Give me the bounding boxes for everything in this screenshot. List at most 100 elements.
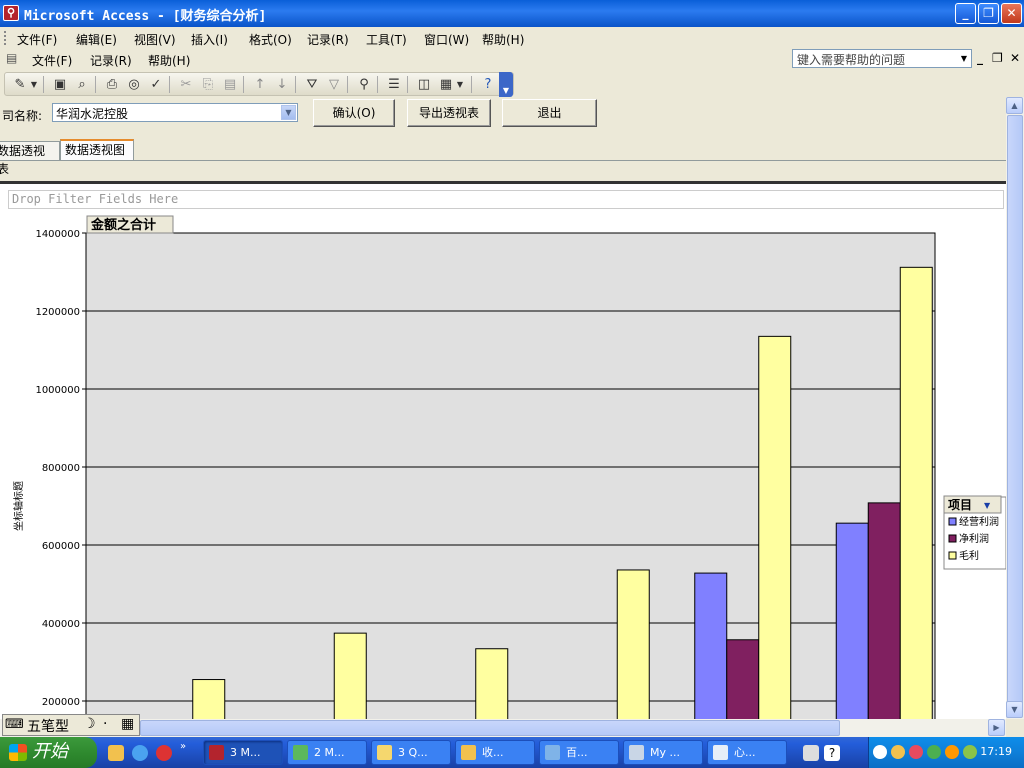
form-menu-help[interactable]: 帮助(H) xyxy=(148,52,190,69)
menu-file[interactable]: 文件(F) xyxy=(17,31,57,48)
scroll-down-icon[interactable]: ▼ xyxy=(1006,701,1023,718)
print-preview-icon[interactable]: ◎ xyxy=(125,76,143,93)
tray-expand-icon[interactable] xyxy=(873,745,887,759)
company-select[interactable]: 华润水泥控股 ▼ xyxy=(52,103,298,122)
menu-tools[interactable]: 工具(T) xyxy=(366,31,407,48)
cut-icon[interactable]: ✂ xyxy=(177,76,195,93)
save-icon[interactable]: ▣ xyxy=(51,76,69,93)
quicklaunch-more-icon[interactable]: » xyxy=(180,741,186,752)
sort-ascending-icon[interactable]: ↑ xyxy=(251,76,269,93)
task-messenger[interactable]: 2 M... xyxy=(287,740,367,765)
paste-icon[interactable]: ▤ xyxy=(221,76,239,93)
vertical-scrollbar[interactable]: ▲ ▼ xyxy=(1006,97,1024,719)
company-label: 司名称: xyxy=(2,109,43,123)
new-object-dropdown-icon[interactable]: ▼ xyxy=(455,76,465,93)
toolbar-options-icon[interactable]: ▼ xyxy=(499,72,513,97)
tab-pivot-table[interactable]: 数据透视表 xyxy=(0,141,60,176)
menu-grip[interactable] xyxy=(4,31,7,45)
chevron-down-icon[interactable]: ▼ xyxy=(281,105,296,120)
quicklaunch-ie-icon[interactable] xyxy=(132,745,148,761)
task-access[interactable]: 3 M... xyxy=(203,740,283,765)
view-dropdown-icon[interactable]: ▼ xyxy=(29,76,39,93)
help-search-input[interactable]: 键入需要帮助的问题 ▼ xyxy=(792,49,972,68)
tray-qq-icon[interactable] xyxy=(945,745,959,759)
menu-help[interactable]: 帮助(H) xyxy=(482,31,524,48)
help-dropdown-icon[interactable]: ▼ xyxy=(957,50,971,67)
start-button[interactable]: 开始 xyxy=(0,737,97,768)
form-menu-records[interactable]: 记录(R) xyxy=(90,52,132,69)
task-label: 百... xyxy=(566,746,588,759)
task-browser[interactable]: 百... xyxy=(539,740,619,765)
y-tick-label: 400000 xyxy=(42,619,80,630)
task-document[interactable]: 心... xyxy=(707,740,787,765)
bar xyxy=(899,266,933,724)
task-document-icon xyxy=(713,745,728,760)
vertical-scroll-thumb[interactable] xyxy=(1007,115,1023,705)
filter-by-selection-icon[interactable]: ⛛ xyxy=(303,76,321,93)
print-icon[interactable]: ⎙ xyxy=(103,76,121,93)
ime-punctuation-icon[interactable]: · xyxy=(103,716,107,732)
export-pivot-button[interactable]: 导出透视表 xyxy=(407,99,491,127)
ime-logo-icon[interactable]: ⌨ xyxy=(5,717,24,732)
copy-icon[interactable]: ⎘ xyxy=(199,76,217,93)
file-search-icon[interactable]: ⌕ xyxy=(73,76,91,93)
task-label: 3 M... xyxy=(230,746,261,759)
toolbar-separator xyxy=(95,76,96,93)
mdi-minimize-icon[interactable]: _ xyxy=(977,51,983,65)
close-button[interactable]: ✕ xyxy=(1001,3,1022,24)
menu-format[interactable]: 格式(O) xyxy=(249,31,292,48)
task-messenger-icon xyxy=(293,745,308,760)
confirm-button[interactable]: 确认(O) xyxy=(313,99,395,127)
menu-edit[interactable]: 编辑(E) xyxy=(76,31,117,48)
find-icon[interactable]: ⚲ xyxy=(355,76,373,93)
restore-button[interactable]: ❐ xyxy=(978,3,999,24)
new-object-icon[interactable]: ▦ xyxy=(437,76,455,93)
access-app-icon[interactable]: ⚲ xyxy=(3,5,19,21)
menu-view[interactable]: 视图(V) xyxy=(134,31,176,48)
ime-half-width-icon[interactable]: ☽ xyxy=(83,716,96,732)
legend-label: 经营利润 xyxy=(959,515,999,528)
ime-keyboard-icon[interactable]: ▦ xyxy=(121,716,134,732)
quicklaunch-clock-icon[interactable] xyxy=(108,745,124,761)
minimize-button[interactable]: _ xyxy=(955,3,976,24)
start-label: 开始 xyxy=(32,741,68,762)
task-mycomputer[interactable]: My ... xyxy=(623,740,703,765)
filter-icon[interactable]: ▽ xyxy=(325,76,343,93)
ime-mode-label[interactable]: 五笔型 xyxy=(27,716,69,736)
tray-volume-icon[interactable] xyxy=(963,745,977,759)
horizontal-scroll-thumb[interactable] xyxy=(140,720,840,736)
sort-descending-icon[interactable]: ↓ xyxy=(273,76,291,93)
menu-window[interactable]: 窗口(W) xyxy=(424,31,469,48)
task-label: 2 M... xyxy=(314,746,345,759)
language-help-icon[interactable]: ? xyxy=(824,745,840,761)
scroll-right-icon[interactable]: ▶ xyxy=(988,719,1005,736)
scroll-up-icon[interactable]: ▲ xyxy=(1006,97,1023,114)
menu-records[interactable]: 记录(R) xyxy=(307,31,349,48)
form-icon[interactable]: ▤ xyxy=(6,51,17,65)
legend-label: 净利润 xyxy=(959,532,989,545)
spelling-icon[interactable]: ✓ xyxy=(147,76,165,93)
tray-clock-icon[interactable] xyxy=(891,745,905,759)
language-bar-icon[interactable] xyxy=(803,745,819,761)
toolbar-separator xyxy=(43,76,44,93)
form-menu-file[interactable]: 文件(F) xyxy=(32,52,72,69)
mdi-restore-icon[interactable]: ❐ xyxy=(992,51,1003,65)
ime-toolbar[interactable]: ⌨ 五笔型 ☽ · ▦ xyxy=(2,714,140,736)
quicklaunch-media-icon[interactable] xyxy=(156,745,172,761)
task-qq[interactable]: 3 Q... xyxy=(371,740,451,765)
tray-messenger-icon[interactable] xyxy=(927,745,941,759)
legend-dropdown-icon[interactable]: ▼ xyxy=(984,501,991,510)
task-label: 收... xyxy=(482,746,504,759)
horizontal-scrollbar[interactable]: ▶ xyxy=(0,719,1006,737)
tray-network-icon[interactable] xyxy=(909,745,923,759)
help-icon[interactable]: ? xyxy=(479,76,497,93)
exit-button[interactable]: 退出 xyxy=(502,99,597,127)
tab-pivot-chart[interactable]: 数据透视图 xyxy=(60,139,134,161)
bar xyxy=(758,335,792,724)
database-window-icon[interactable]: ◫ xyxy=(415,76,433,93)
task-favorites[interactable]: 收... xyxy=(455,740,535,765)
properties-icon[interactable]: ☰ xyxy=(385,76,403,93)
mdi-close-icon[interactable]: ✕ xyxy=(1010,51,1020,65)
view-design-icon[interactable]: ✎ xyxy=(11,76,29,93)
menu-insert[interactable]: 插入(I) xyxy=(191,31,228,48)
